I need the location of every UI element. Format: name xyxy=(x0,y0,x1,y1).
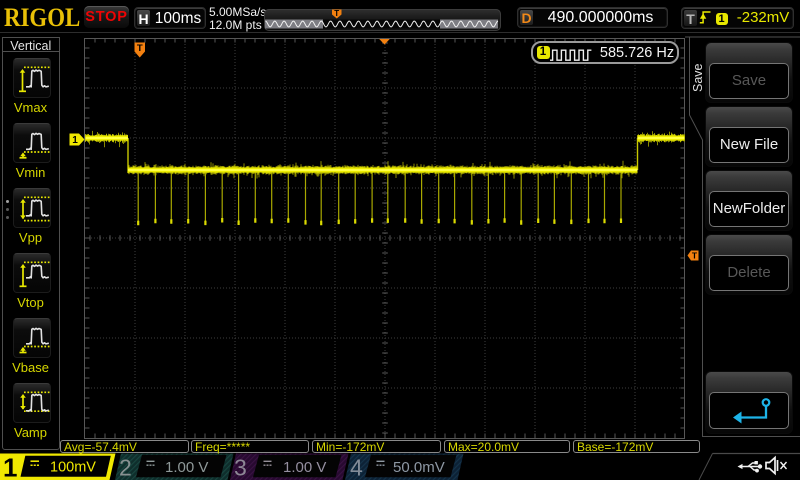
svg-text:100mV: 100mV xyxy=(50,460,96,476)
svg-text:50.0mV: 50.0mV xyxy=(393,459,445,476)
svg-text:1: 1 xyxy=(3,453,17,480)
svg-text:2: 2 xyxy=(119,455,132,480)
svg-text:1.00 V: 1.00 V xyxy=(165,459,208,476)
svg-text:1.00 V: 1.00 V xyxy=(283,459,326,476)
svg-text:3: 3 xyxy=(234,455,247,480)
svg-text:4: 4 xyxy=(350,455,363,480)
svg-text:T: T xyxy=(334,9,339,18)
svg-text:T: T xyxy=(137,43,143,54)
svg-text:1: 1 xyxy=(72,135,78,146)
